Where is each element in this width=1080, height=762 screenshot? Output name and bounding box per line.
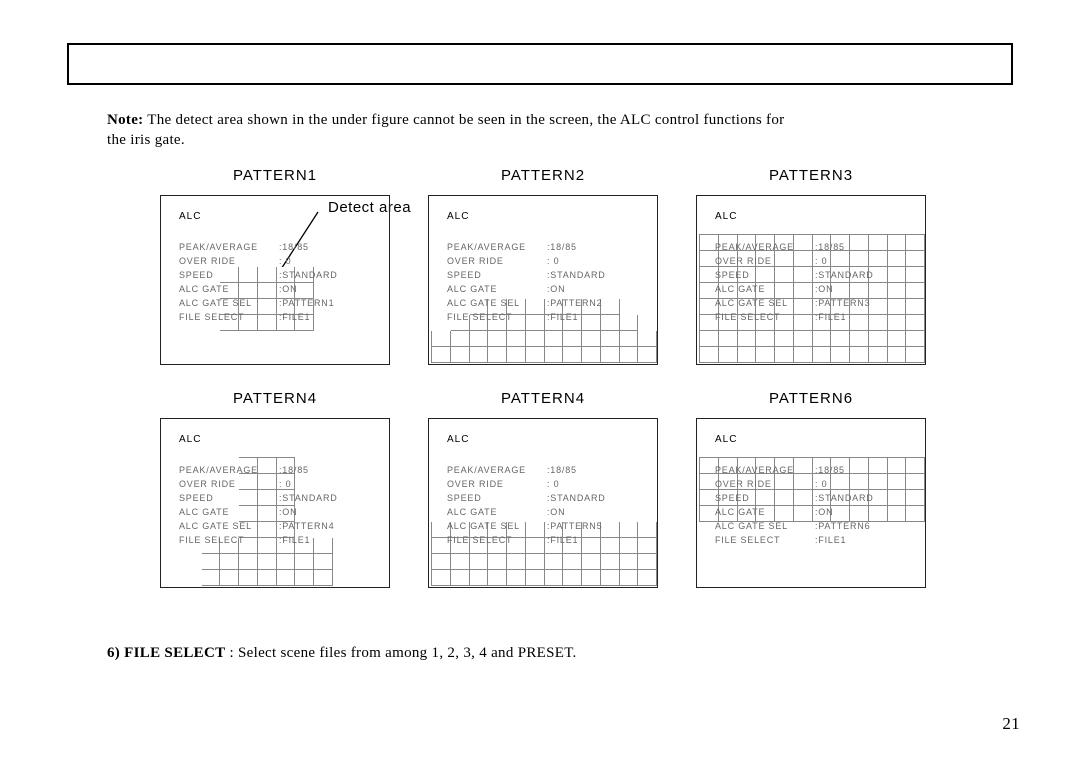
item-6-label: FILE SELECT	[124, 645, 225, 661]
patterns: PATTERN1 ALCPEAK/AVERAGE:18/85 OVER RIDE:…	[160, 168, 1013, 614]
settings-block: PEAK/AVERAGE:18/85 OVER RIDE: 0 SPEED:ST…	[161, 419, 389, 547]
item-6-text: Select scene files from among 1, 2, 3, 4…	[238, 645, 577, 661]
settings-block: PEAK/AVERAGE:18/85 OVER RIDE: 0 SPEED:ST…	[161, 196, 389, 324]
monitor: ALCPEAK/AVERAGE:18/85 OVER RIDE: 0 SPEED…	[428, 195, 658, 365]
settings-block: PEAK/AVERAGE:18/85 OVER RIDE: 0 SPEED:ST…	[429, 196, 657, 324]
settings-block: PEAK/AVERAGE:18/85 OVER RIDE: 0 SPEED:ST…	[697, 196, 925, 324]
note-block: Note: The detect area shown in the under…	[67, 111, 1013, 150]
pattern-title: PATTERN6	[696, 391, 926, 406]
header-box	[67, 43, 1013, 85]
settings-block: PEAK/AVERAGE:18/85 OVER RIDE: 0 SPEED:ST…	[697, 419, 925, 547]
monitor: ALCPEAK/AVERAGE:18/85 OVER RIDE: 0 SPEED…	[696, 195, 926, 365]
settings-block: PEAK/AVERAGE:18/85 OVER RIDE: 0 SPEED:ST…	[429, 419, 657, 547]
pattern-title: PATTERN3	[696, 168, 926, 183]
monitor: ALCPEAK/AVERAGE:18/85 OVER RIDE: 0 SPEED…	[160, 418, 390, 588]
item-6-colon: :	[225, 645, 238, 661]
item-6: 6) FILE SELECT : Select scene files from…	[67, 644, 1013, 664]
monitor: ALCPEAK/AVERAGE:18/85 OVER RIDE: 0 SPEED…	[160, 195, 390, 365]
note-label: Note:	[107, 112, 143, 128]
pattern-title: PATTERN4	[160, 391, 390, 406]
note-text-1: The detect area shown in the under figur…	[143, 112, 784, 128]
item-6-num: 6)	[107, 645, 120, 661]
page-number: 21	[1002, 715, 1020, 732]
pattern-title: PATTERN4	[428, 391, 658, 406]
monitor: ALCPEAK/AVERAGE:18/85 OVER RIDE: 0 SPEED…	[428, 418, 658, 588]
note-text-2: the iris gate.	[107, 132, 185, 148]
pattern-title: PATTERN1	[160, 168, 390, 183]
monitor: ALCPEAK/AVERAGE:18/85 OVER RIDE: 0 SPEED…	[696, 418, 926, 588]
pattern-title: PATTERN2	[428, 168, 658, 183]
